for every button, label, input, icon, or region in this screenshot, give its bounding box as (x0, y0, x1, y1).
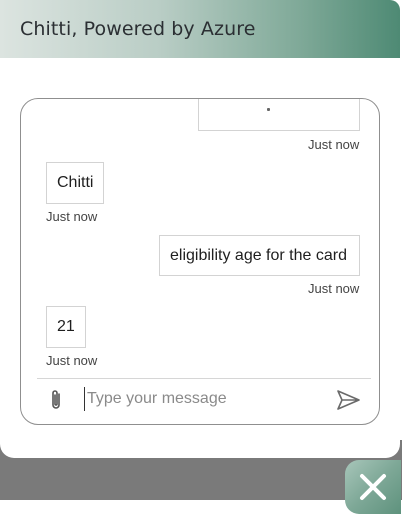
message-input[interactable] (84, 387, 317, 411)
message-timestamp: Just now (46, 209, 98, 224)
message-timestamp: Just now (46, 353, 98, 368)
bot-message-bubble: 21 (46, 306, 86, 348)
close-chat-button[interactable] (345, 460, 401, 514)
paperclip-icon[interactable] (47, 388, 65, 412)
chat-transcript-panel: Just now Chitti Just now eligibility age… (20, 98, 380, 425)
composer-divider (37, 378, 371, 379)
user-message-bubble (198, 99, 360, 131)
chat-title: Chitti, Powered by Azure (20, 18, 256, 40)
user-message-bubble: eligibility age for the card (159, 235, 360, 276)
close-icon (360, 474, 386, 500)
send-icon[interactable] (336, 388, 362, 412)
bot-message-bubble: Chitti (46, 162, 105, 204)
chat-header: Chitti, Powered by Azure (0, 0, 400, 58)
message-text-fragment (267, 108, 270, 111)
chat-window: Chitti, Powered by Azure Just now Chitti… (0, 0, 400, 458)
message-timestamp: Just now (308, 281, 360, 296)
message-timestamp: Just now (308, 137, 360, 152)
